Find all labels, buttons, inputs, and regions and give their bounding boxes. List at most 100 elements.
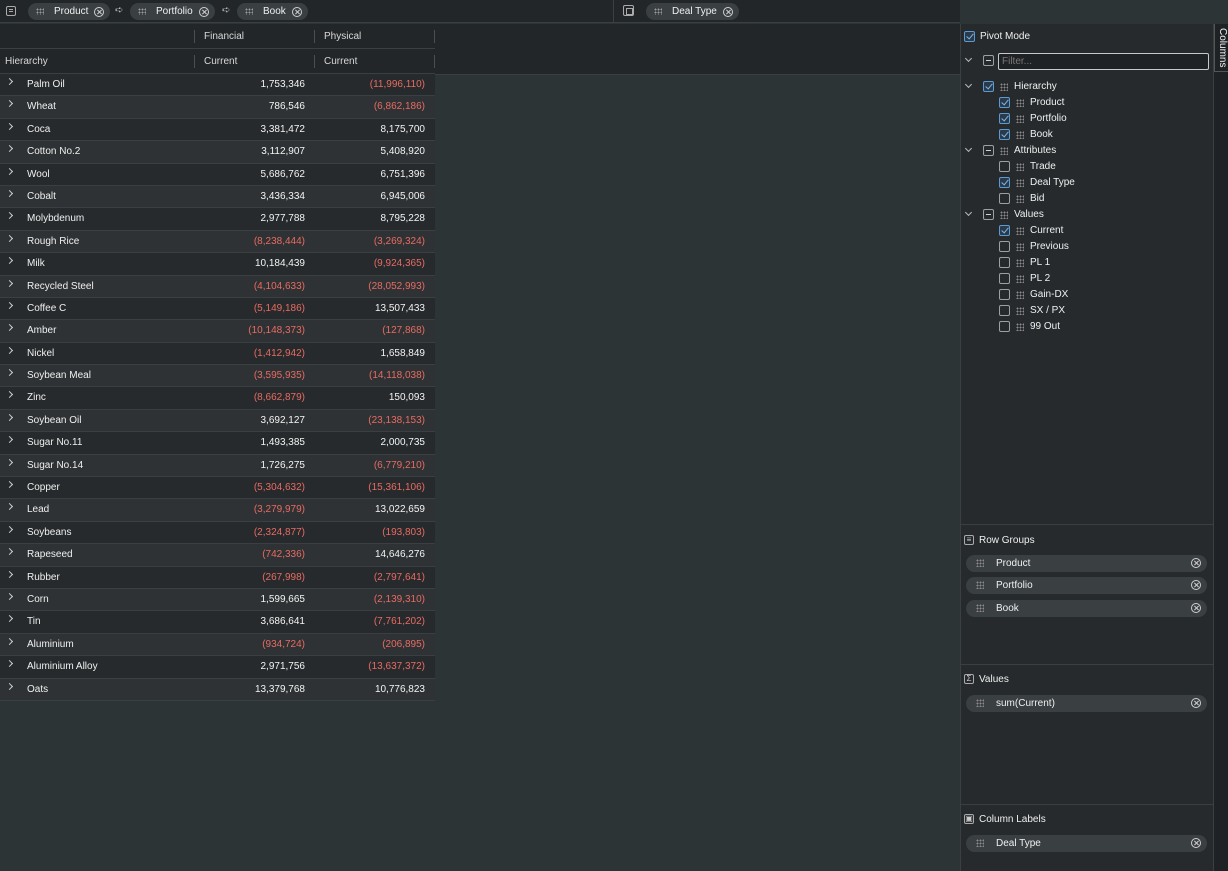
table-row[interactable]: Copper (5,304,632) (15,361,106) xyxy=(0,477,435,500)
table-row[interactable]: Aluminium (934,724) (206,895) xyxy=(0,633,435,657)
drag-handle-icon[interactable] xyxy=(1016,99,1024,107)
drag-handle-icon[interactable] xyxy=(36,8,44,15)
table-row[interactable]: Soybeans (2,324,877) (193,803) xyxy=(0,521,435,545)
table-row[interactable]: Amber (10,148,373) (127,868) xyxy=(0,320,435,343)
chevron-right-icon[interactable] xyxy=(5,346,14,354)
tree-item-checkbox[interactable] xyxy=(999,225,1010,236)
chevron-right-icon[interactable] xyxy=(5,212,14,220)
table-row[interactable]: Rapeseed (742,336) 14,646,276 xyxy=(0,544,435,567)
table-row[interactable]: Milk 10,184,439 (9,924,365) xyxy=(0,253,435,276)
drag-handle-icon[interactable] xyxy=(1016,115,1024,123)
drag-handle-icon[interactable] xyxy=(138,8,146,15)
chevron-right-icon[interactable] xyxy=(5,369,14,377)
drag-handle-icon[interactable] xyxy=(1016,163,1024,171)
drag-handle-icon[interactable] xyxy=(1000,211,1008,219)
row-group-pill-product[interactable]: Product xyxy=(28,3,111,20)
table-row[interactable]: Lead (3,279,979) 13,022,659 xyxy=(0,499,435,522)
remove-icon[interactable] xyxy=(722,6,733,17)
table-row[interactable]: Sugar No.14 1,726,275 (6,779,210) xyxy=(0,454,435,478)
drag-handle-icon[interactable] xyxy=(976,839,984,847)
table-row[interactable]: Coca 3,381,472 8,175,700 xyxy=(0,118,435,142)
drag-handle-icon[interactable] xyxy=(1016,259,1024,267)
chevron-right-icon[interactable] xyxy=(5,480,14,489)
drag-handle-icon[interactable] xyxy=(1016,275,1024,283)
tree-item-checkbox[interactable] xyxy=(999,97,1010,108)
row-group-item-portfolio[interactable]: Portfolio xyxy=(966,577,1207,594)
drag-handle-icon[interactable] xyxy=(1000,83,1008,91)
chevron-right-icon[interactable] xyxy=(5,324,14,332)
tree-item-checkbox[interactable] xyxy=(999,129,1010,140)
drag-handle-icon[interactable] xyxy=(976,699,984,707)
tree-group-checkbox[interactable] xyxy=(983,81,994,92)
pivot-mode-checkbox[interactable] xyxy=(964,31,975,42)
chevron-right-icon[interactable] xyxy=(5,592,14,601)
chevron-right-icon[interactable] xyxy=(5,77,14,86)
table-row[interactable]: Oats 13,379,768 10,776,823 xyxy=(0,678,435,701)
row-group-pill-portfolio[interactable]: Portfolio xyxy=(130,3,215,20)
chevron-right-icon[interactable] xyxy=(5,615,14,623)
drag-handle-icon[interactable] xyxy=(245,8,253,15)
drag-handle-icon[interactable] xyxy=(1000,147,1008,155)
row-group-pill-book[interactable]: Book xyxy=(237,3,308,20)
table-row[interactable]: Zinc (8,662,879) 150,093 xyxy=(0,387,435,410)
table-row[interactable]: Rough Rice (8,238,444) (3,269,324) xyxy=(0,230,435,254)
table-row[interactable]: Aluminium Alloy 2,971,756 (13,637,372) xyxy=(0,656,435,679)
chevron-right-icon[interactable] xyxy=(5,122,14,130)
drag-handle-icon[interactable] xyxy=(976,604,984,612)
table-row[interactable]: Molybdenum 2,977,788 8,795,228 xyxy=(0,208,435,231)
chevron-right-icon[interactable] xyxy=(5,391,14,399)
table-row[interactable]: Soybean Meal (3,595,935) (14,118,038) xyxy=(0,365,435,388)
drag-handle-icon[interactable] xyxy=(976,559,984,567)
chevron-right-icon[interactable] xyxy=(5,458,14,466)
drag-handle-icon[interactable] xyxy=(1016,291,1024,299)
chevron-right-icon[interactable] xyxy=(5,503,14,511)
tree-item-checkbox[interactable] xyxy=(999,177,1010,188)
drag-handle-icon[interactable] xyxy=(1016,323,1024,331)
table-row[interactable]: Wool 5,686,762 6,751,396 xyxy=(0,163,435,186)
drag-handle-icon[interactable] xyxy=(1016,227,1024,235)
header-group-physical[interactable]: Physical xyxy=(315,24,361,49)
chevron-right-icon[interactable] xyxy=(5,100,14,108)
column-group-pill-deal-type[interactable]: Deal Type xyxy=(646,3,739,20)
drag-handle-icon[interactable] xyxy=(654,8,662,15)
chevron-right-icon[interactable] xyxy=(5,570,14,578)
table-row[interactable]: Tin 3,686,641 (7,761,202) xyxy=(0,611,435,634)
chevron-right-icon[interactable] xyxy=(5,436,14,444)
chevron-right-icon[interactable] xyxy=(5,257,14,265)
chevron-right-icon[interactable] xyxy=(5,660,14,668)
select-all-checkbox[interactable] xyxy=(983,55,994,66)
tree-group-checkbox[interactable] xyxy=(983,209,994,220)
remove-icon[interactable] xyxy=(1191,558,1201,568)
table-row[interactable]: Palm Oil 1,753,346 (11,996,110) xyxy=(0,74,435,97)
column-header-hierarchy[interactable]: Hierarchy xyxy=(0,49,48,74)
remove-icon[interactable] xyxy=(1191,698,1201,708)
column-header-physical-current[interactable]: Current xyxy=(315,49,357,74)
remove-icon[interactable] xyxy=(1191,580,1201,590)
chevron-right-icon[interactable] xyxy=(5,413,14,421)
tree-item-checkbox[interactable] xyxy=(999,193,1010,204)
chevron-right-icon[interactable] xyxy=(5,279,14,287)
table-row[interactable]: Corn 1,599,665 (2,139,310) xyxy=(0,588,435,612)
chevron-right-icon[interactable] xyxy=(5,189,14,197)
chevron-right-icon[interactable] xyxy=(5,234,14,242)
table-row[interactable]: Cobalt 3,436,334 6,945,006 xyxy=(0,185,435,209)
table-row[interactable]: Sugar No.11 1,493,385 2,000,735 xyxy=(0,432,435,455)
drag-handle-icon[interactable] xyxy=(976,581,984,589)
tab-columns[interactable]: Columns xyxy=(1214,24,1228,72)
tree-item-checkbox[interactable] xyxy=(999,161,1010,172)
tree-item-checkbox[interactable] xyxy=(999,113,1010,124)
tree-item-checkbox[interactable] xyxy=(999,305,1010,316)
tree-item-checkbox[interactable] xyxy=(999,289,1010,300)
row-group-item-product[interactable]: Product xyxy=(966,555,1207,572)
table-row[interactable]: Rubber (267,998) (2,797,641) xyxy=(0,566,435,589)
drag-handle-icon[interactable] xyxy=(1016,179,1024,187)
remove-icon[interactable] xyxy=(198,6,209,17)
tree-item-checkbox[interactable] xyxy=(999,273,1010,284)
table-row[interactable]: Nickel (1,412,942) 1,658,849 xyxy=(0,342,435,366)
drag-handle-icon[interactable] xyxy=(1016,131,1024,139)
chevron-right-icon[interactable] xyxy=(5,548,14,556)
table-row[interactable]: Coffee C (5,149,186) 13,507,433 xyxy=(0,297,435,321)
drag-handle-icon[interactable] xyxy=(1016,195,1024,203)
remove-icon[interactable] xyxy=(1191,603,1201,613)
drag-handle-icon[interactable] xyxy=(1016,243,1024,251)
